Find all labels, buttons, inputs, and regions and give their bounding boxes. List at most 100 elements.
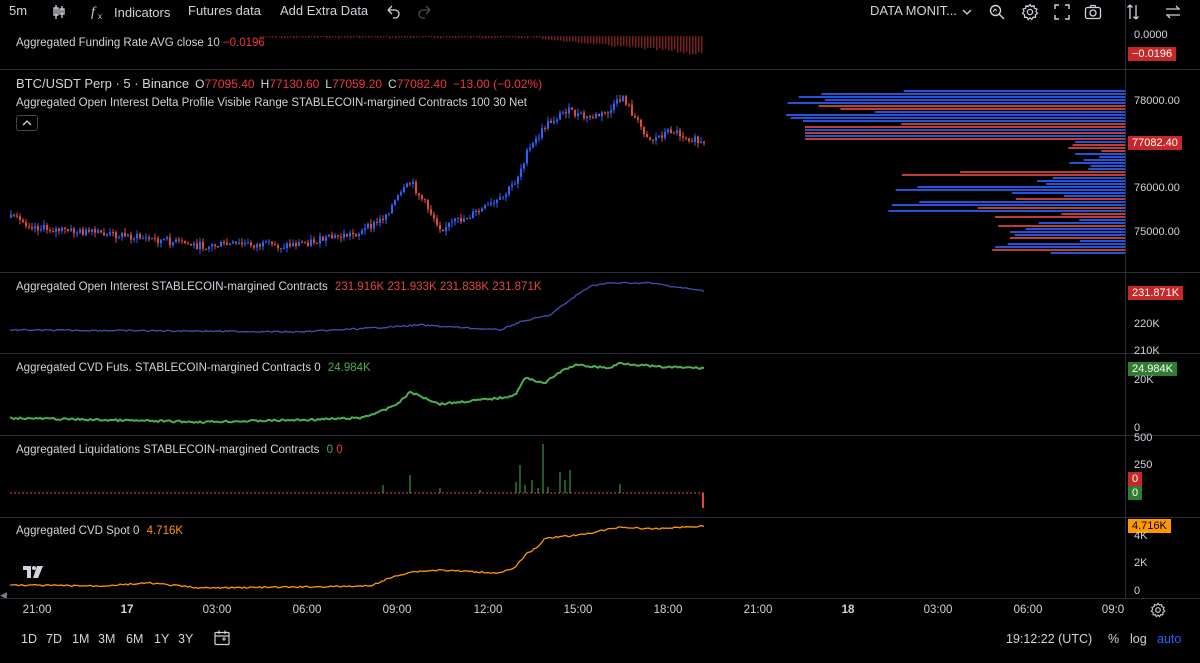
candle-body [322, 236, 324, 241]
profile-bar [1068, 147, 1125, 149]
profile-bar [805, 135, 1125, 137]
range-1m-button[interactable]: 1M [72, 632, 89, 646]
go-to-date-button[interactable] [213, 629, 231, 650]
candle-body [85, 229, 87, 236]
funding-bar [677, 36, 679, 53]
candle-body [124, 232, 126, 237]
funding-bar [581, 36, 583, 44]
funding-bar [437, 36, 439, 38]
candle-body [262, 241, 264, 247]
auto-scale-toggle[interactable]: auto [1157, 632, 1181, 646]
candle-body [700, 141, 702, 144]
candle-body [355, 234, 357, 237]
funding-bar [617, 36, 619, 46]
candle-body [196, 243, 198, 250]
candle-body [241, 242, 243, 245]
funding-bar [413, 36, 415, 38]
candle-body [340, 236, 342, 238]
candle-body [214, 244, 216, 247]
candle-body [346, 233, 348, 237]
funding-bar [569, 36, 571, 42]
candle-body [652, 139, 654, 141]
funding-bar [311, 36, 313, 38]
candle-body [292, 243, 294, 247]
profile-bar [1079, 219, 1125, 221]
candle-body [154, 237, 156, 239]
candle-body [379, 218, 381, 223]
log-toggle[interactable]: log [1130, 632, 1147, 646]
candle-body [595, 113, 597, 119]
funding-bar [536, 36, 538, 38]
candle-body [334, 235, 336, 239]
time-label: 21:00 [743, 604, 773, 616]
cvd-spot-scale-tick: 0 [1134, 585, 1141, 597]
funding-bar [662, 36, 664, 50]
liq-short-badge: 0 [1128, 472, 1143, 486]
candle-body [622, 96, 624, 102]
funding-bar [359, 36, 361, 39]
funding-bar [641, 36, 643, 48]
funding-bar [368, 36, 370, 38]
candle-body [526, 149, 528, 164]
funding-bar [500, 36, 502, 38]
funding-bar [671, 36, 673, 51]
candle-body [64, 227, 66, 229]
candle-body [376, 221, 378, 223]
candle-body [601, 112, 603, 117]
tradingview-logo[interactable] [22, 563, 44, 581]
funding-bar [401, 36, 403, 38]
profile-bar [805, 126, 1125, 128]
funding-bar [455, 36, 457, 39]
funding-bar [650, 36, 652, 49]
profile-bar [805, 138, 1125, 140]
candle-body [310, 239, 312, 246]
candle-body [73, 228, 75, 234]
candle-body [517, 176, 519, 184]
range-7d-button[interactable]: 7D [46, 632, 62, 646]
funding-bar [614, 36, 616, 47]
funding-bar [623, 36, 625, 46]
candle-body [433, 214, 435, 219]
funding-bar [659, 36, 661, 49]
candle-body [181, 240, 183, 242]
profile-bar [786, 114, 1125, 116]
funding-bar [314, 36, 316, 38]
candle-body [448, 222, 450, 227]
funding-last-badge: −0.0196 [1128, 47, 1177, 61]
candle-body [664, 132, 666, 138]
settings-icon [1150, 602, 1166, 618]
time-axis[interactable]: 21:00 17 03:00 06:00 09:00 12:00 15:00 1… [0, 598, 1200, 622]
axis-settings-button[interactable] [1150, 602, 1166, 621]
funding-bar [416, 36, 418, 38]
range-3m-button[interactable]: 3M [98, 632, 115, 646]
funding-bar [305, 36, 307, 38]
candle-body [115, 232, 117, 239]
range-6m-button[interactable]: 6M [126, 632, 143, 646]
candle-body [442, 229, 444, 231]
funding-bar [692, 36, 694, 55]
funding-bar [518, 36, 520, 39]
funding-bar [272, 36, 274, 38]
funding-bar [389, 36, 391, 39]
candle-body [205, 248, 207, 250]
candle-body [16, 215, 18, 217]
percent-toggle[interactable]: % [1108, 632, 1119, 646]
funding-bar [509, 36, 511, 38]
candle-body [493, 202, 495, 204]
candle-body [610, 109, 612, 114]
profile-bar [1009, 237, 1125, 239]
candle-body [172, 242, 174, 246]
funding-bar [506, 36, 508, 38]
funding-bar [302, 36, 304, 38]
candle-body [58, 228, 60, 232]
candle-body [373, 221, 375, 229]
range-3y-button[interactable]: 3Y [178, 632, 193, 646]
utc-clock[interactable]: 19:12:22 (UTC) [1006, 632, 1092, 646]
funding-bar [488, 36, 490, 39]
range-1d-button[interactable]: 1D [21, 632, 37, 646]
profile-bar [874, 111, 1125, 113]
candle-body [40, 229, 42, 231]
range-1y-button[interactable]: 1Y [154, 632, 169, 646]
chart-canvas[interactable] [0, 0, 1200, 598]
candle-body [568, 107, 570, 114]
